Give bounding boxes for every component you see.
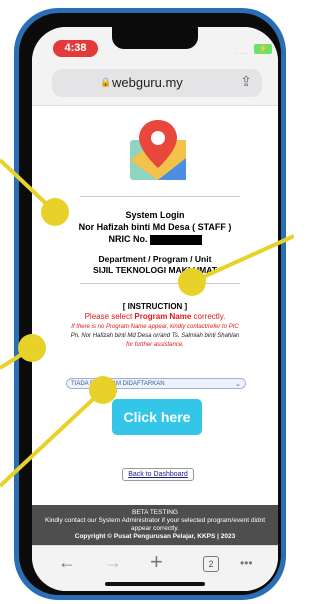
tabs-count-button[interactable]: 2 bbox=[203, 556, 219, 572]
nric-row: NRIC No. bbox=[32, 234, 278, 245]
beta-note-line-1: Kindly contact our System Administrator … bbox=[44, 517, 266, 524]
lock-icon: 🔒 bbox=[100, 77, 112, 87]
beta-note-line-2: appear correctly. bbox=[131, 525, 179, 532]
phone-bezel: 4:38 .... ⚡ 🔒 webguru.my ⇪ System Login … bbox=[19, 13, 281, 595]
address-bar[interactable]: 🔒 webguru.my ⇪ bbox=[52, 69, 262, 97]
footer: BETA TESTING Kindly contact our System A… bbox=[32, 505, 278, 545]
status-bar: 4:38 .... ⚡ bbox=[32, 27, 278, 63]
page-content: System Login Nor Hafizah binti Md Desa (… bbox=[32, 106, 278, 506]
share-icon[interactable]: ⇪ bbox=[240, 73, 252, 90]
back-arrow-icon[interactable]: ← bbox=[58, 552, 76, 573]
more-menu-icon[interactable]: ••• bbox=[240, 556, 253, 570]
phone-frame: 4:38 .... ⚡ 🔒 webguru.my ⇪ System Login … bbox=[14, 8, 286, 600]
select-prompt: Please select Program Name correctly. bbox=[32, 312, 278, 321]
divider bbox=[80, 196, 240, 197]
divider bbox=[80, 283, 240, 284]
browser-toolbar: ← → + 2 ••• bbox=[32, 545, 278, 591]
select-prompt-pre: Please select bbox=[84, 312, 135, 321]
browser-address-area: 🔒 webguru.my ⇪ bbox=[32, 63, 278, 106]
user-name: Nor Hafizah binti Md Desa ( STAFF ) bbox=[78, 222, 232, 232]
camera-notch bbox=[112, 27, 198, 49]
note-line-2: Pn. Nor Hafizah binti Md Desa or/and Ts.… bbox=[70, 333, 240, 339]
status-time: 4:38 bbox=[53, 40, 98, 57]
url-text: webguru.my bbox=[112, 75, 183, 90]
select-prompt-bold: Program Name bbox=[134, 312, 192, 321]
back-to-dashboard-button[interactable]: Back to Dashboard bbox=[122, 468, 194, 481]
signal-icon: .... bbox=[236, 47, 249, 56]
copyright: Copyright © Pusat Pengurusan Pelajar, KK… bbox=[74, 533, 236, 540]
click-here-button[interactable]: Click here bbox=[112, 399, 202, 435]
phone-screen: 4:38 .... ⚡ 🔒 webguru.my ⇪ System Login … bbox=[32, 27, 278, 591]
forward-arrow-icon[interactable]: → bbox=[104, 552, 122, 573]
department-label: Department / Program / Unit bbox=[98, 254, 212, 264]
program-select-value: TIADA PROGRAM DIDAFTARKAN bbox=[71, 381, 165, 387]
chevron-down-icon: ⌄ bbox=[235, 381, 241, 388]
new-tab-icon[interactable]: + bbox=[150, 549, 163, 575]
nric-redacted bbox=[149, 234, 202, 245]
page-title: System Login bbox=[125, 210, 185, 220]
note-line-1: If there is no Program Name appear, kind… bbox=[71, 324, 239, 330]
department-value: SIJIL TEKNOLOGI MAKLUMAT bbox=[93, 265, 217, 275]
instruction-heading: [ INSTRUCTION ] bbox=[122, 302, 188, 311]
home-indicator bbox=[105, 582, 205, 586]
map-pin-icon bbox=[130, 120, 186, 180]
program-select[interactable]: TIADA PROGRAM DIDAFTARKAN ⌄ bbox=[66, 378, 246, 389]
note-line-3: for further assistance. bbox=[126, 342, 184, 348]
select-prompt-post: correctly. bbox=[191, 312, 226, 321]
nric-label: NRIC No. bbox=[108, 234, 148, 244]
beta-label: BETA TESTING bbox=[132, 509, 178, 516]
battery-icon: ⚡ bbox=[254, 44, 272, 54]
